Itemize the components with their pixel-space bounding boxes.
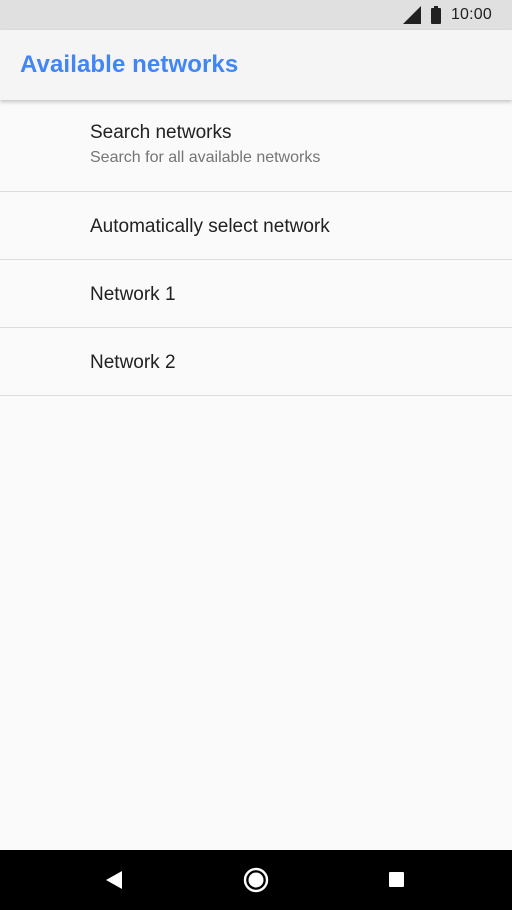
network-list: Search networks Search for all available… <box>0 100 512 396</box>
status-time: 10:00 <box>450 6 492 23</box>
network-1-item[interactable]: Network 1 <box>0 260 512 328</box>
home-icon[interactable] <box>243 867 269 893</box>
signal-icon <box>402 6 421 24</box>
battery-icon <box>430 6 441 24</box>
navigation-bar <box>0 850 512 910</box>
recents-icon[interactable] <box>389 872 404 887</box>
status-bar: 10:00 <box>0 0 512 30</box>
network-2-title: Network 2 <box>90 352 176 373</box>
page-title: Available networks <box>20 51 239 78</box>
screen: 10:00 Available networks Search networks… <box>0 0 512 910</box>
back-icon[interactable] <box>106 871 122 889</box>
status-icons: 10:00 <box>402 0 492 30</box>
network-2-item[interactable]: Network 2 <box>0 328 512 396</box>
auto-select-network-title: Automatically select network <box>90 216 330 237</box>
search-networks-subtitle: Search for all available networks <box>90 149 321 166</box>
network-1-title: Network 1 <box>90 284 176 305</box>
app-bar: Available networks <box>0 30 512 100</box>
search-networks-item[interactable]: Search networks Search for all available… <box>0 100 512 192</box>
auto-select-network-item[interactable]: Automatically select network <box>0 192 512 260</box>
search-networks-title: Search networks <box>90 122 232 143</box>
